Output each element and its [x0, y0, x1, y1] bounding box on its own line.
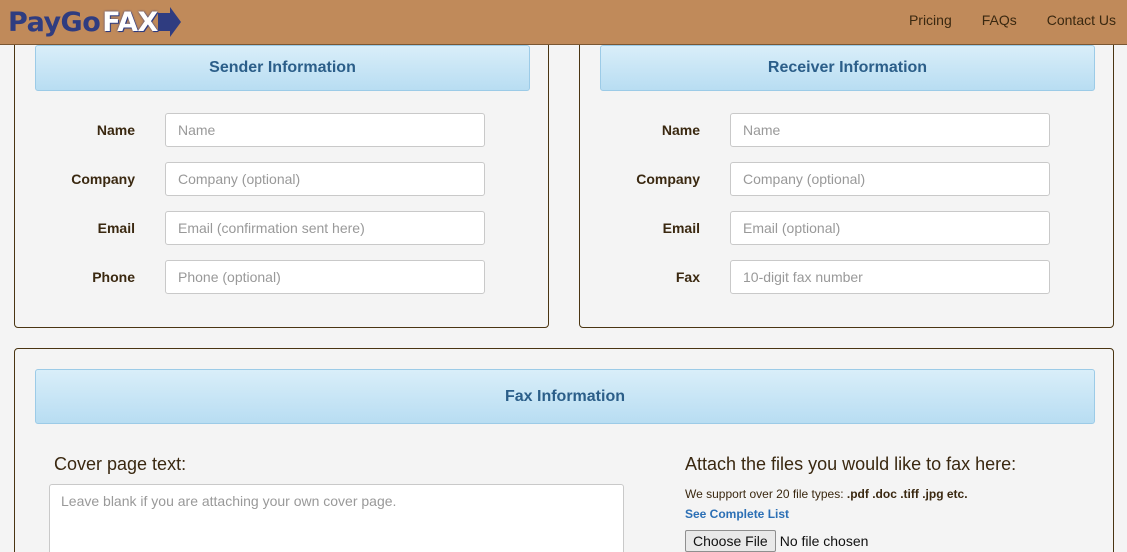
supported-types-intro: We support over 20 file types:: [685, 487, 844, 501]
receiver-name-row: Name: [580, 113, 1115, 147]
logo-text-fax: FAX: [102, 6, 158, 38]
sender-phone-row: Phone: [15, 260, 550, 294]
sender-company-label: Company: [71, 171, 135, 187]
receiver-panel-header: Receiver Information: [600, 45, 1095, 91]
receiver-fax-row: Fax: [580, 260, 1115, 294]
cover-page-textarea[interactable]: [49, 484, 624, 552]
sender-email-input[interactable]: [165, 211, 485, 245]
receiver-email-input[interactable]: [730, 211, 1050, 245]
receiver-email-row: Email: [580, 211, 1115, 245]
sender-panel-header: Sender Information: [35, 45, 530, 91]
receiver-email-label: Email: [662, 220, 700, 236]
cover-page-label: Cover page text:: [54, 454, 187, 474]
receiver-company-label: Company: [636, 171, 700, 187]
sender-company-row: Company: [15, 162, 550, 196]
sender-panel: Sender Information Name Company Email Ph…: [14, 20, 549, 328]
sender-name-input[interactable]: [165, 113, 485, 147]
receiver-panel: Receiver Information Name Company Email …: [579, 20, 1114, 328]
file-picker: Choose File No file chosen: [685, 530, 868, 552]
receiver-company-input[interactable]: [730, 162, 1050, 196]
see-complete-list-link[interactable]: See Complete List: [685, 507, 789, 521]
nav-pricing-link[interactable]: Pricing: [909, 12, 952, 28]
fax-panel-header: Fax Information: [35, 369, 1095, 424]
logo-arrow-icon: [157, 7, 181, 37]
sender-email-label: Email: [97, 220, 135, 236]
receiver-name-input[interactable]: [730, 113, 1050, 147]
receiver-name-label: Name: [661, 122, 700, 138]
choose-file-button[interactable]: Choose File: [685, 530, 776, 552]
receiver-company-row: Company: [580, 162, 1115, 196]
file-status-text: No file chosen: [779, 533, 869, 549]
attach-files-label: Attach the files you would like to fax h…: [685, 454, 1017, 474]
nav-faqs-link[interactable]: FAQs: [982, 12, 1017, 28]
sender-email-row: Email: [15, 211, 550, 245]
receiver-fax-label: Fax: [675, 269, 700, 285]
receiver-fax-input[interactable]: [730, 260, 1050, 294]
logo-text-paygo: PayGo: [8, 6, 101, 38]
sender-phone-input[interactable]: [165, 260, 485, 294]
supported-types-list: .pdf .doc .tiff .jpg etc.: [846, 487, 968, 501]
sender-company-input[interactable]: [165, 162, 485, 196]
sender-name-row: Name: [15, 113, 550, 147]
top-navbar: PayGo FAX Pricing FAQs Contact Us: [0, 0, 1127, 45]
main-nav: Pricing FAQs Contact Us: [909, 12, 1116, 28]
sender-name-label: Name: [96, 122, 135, 138]
supported-types-text: We support over 20 file types: .pdf .doc…: [685, 487, 968, 501]
paygofax-logo[interactable]: PayGo FAX: [8, 4, 182, 40]
sender-phone-label: Phone: [92, 269, 135, 285]
nav-contact-link[interactable]: Contact Us: [1047, 12, 1116, 28]
